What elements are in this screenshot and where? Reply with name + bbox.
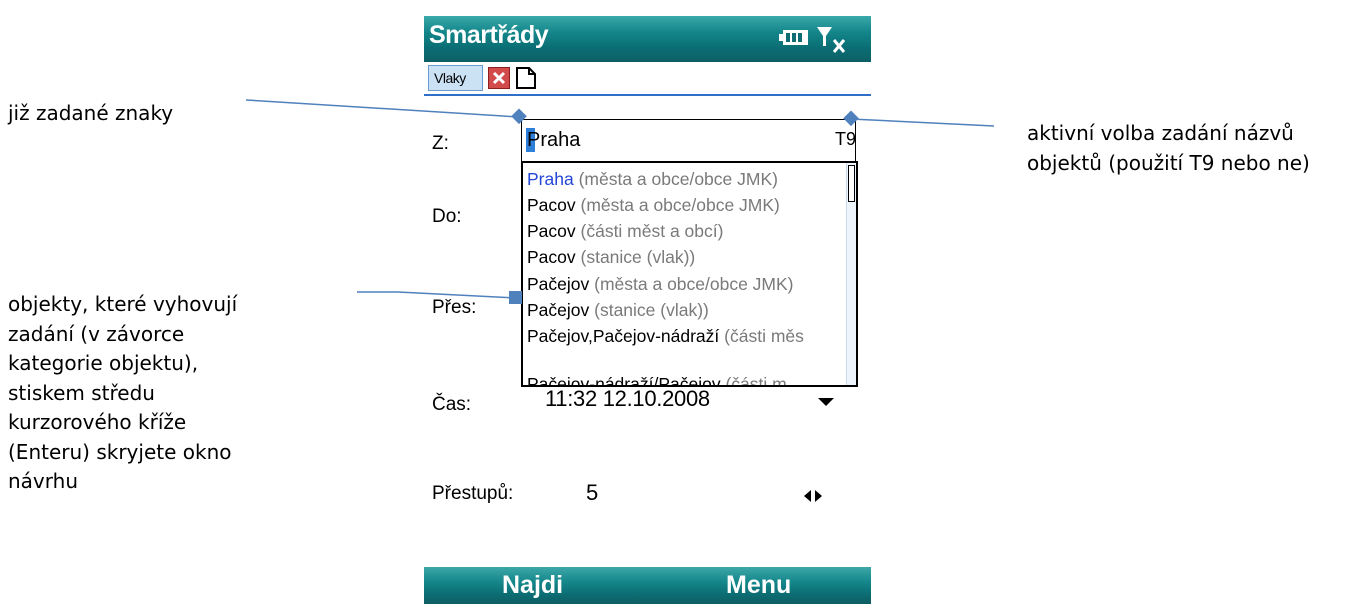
callout-line-entered-chars	[245, 99, 520, 118]
callout-lines	[245, 99, 995, 304]
callout-line-matching-objects	[357, 291, 517, 299]
callout-marker-matching-objects	[509, 291, 522, 304]
callout-marker-entered-chars	[511, 108, 527, 125]
callout-line-active-input-mode	[850, 118, 995, 127]
callout-marker-active-input-mode	[843, 110, 859, 127]
